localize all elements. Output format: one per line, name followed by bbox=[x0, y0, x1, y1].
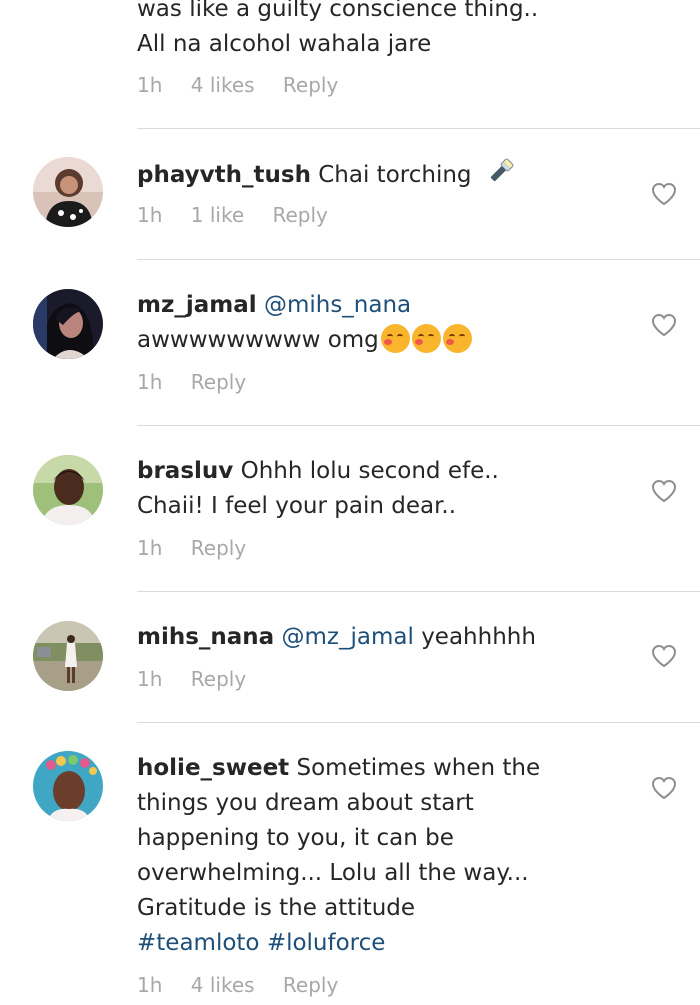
reply-button[interactable]: Reply bbox=[191, 370, 246, 394]
flashlight-emoji-icon bbox=[485, 156, 517, 197]
comment-username[interactable]: holie_sweet bbox=[137, 755, 289, 781]
comment-likes[interactable]: 4 likes bbox=[191, 973, 255, 997]
comment-item: mz_jamal @mihs_nana awwwwwwwww omg 1h Re… bbox=[0, 260, 700, 425]
comment-body: awwwwwwwww omg bbox=[137, 327, 379, 353]
comment-meta: 1h Reply bbox=[137, 370, 268, 394]
hashtag-link[interactable]: #loluforce bbox=[267, 930, 386, 956]
comment-meta: 1h Reply bbox=[137, 536, 268, 560]
reply-button[interactable]: Reply bbox=[283, 73, 338, 97]
comment-text: holie_sweet Sometimes when the things yo… bbox=[137, 751, 647, 961]
comment-time: 1h bbox=[137, 536, 163, 560]
reply-button[interactable]: Reply bbox=[283, 973, 338, 997]
heart-outline-icon[interactable] bbox=[651, 479, 677, 503]
comment-likes[interactable]: 4 likes bbox=[191, 73, 255, 97]
avatar[interactable] bbox=[33, 289, 103, 359]
comment-body: happening to you, it can be bbox=[137, 825, 454, 851]
avatar[interactable] bbox=[33, 621, 103, 691]
comment-meta: 1h Reply bbox=[137, 667, 268, 691]
heart-outline-icon[interactable] bbox=[651, 182, 677, 206]
avatar[interactable] bbox=[33, 157, 103, 227]
comment-text-line: was like a guilty conscience thing.. bbox=[137, 0, 539, 22]
comment-body: Sometimes when the bbox=[296, 755, 541, 781]
comment-body: yeahhhhh bbox=[421, 624, 536, 650]
avatar[interactable] bbox=[33, 455, 103, 525]
comment-time: 1h bbox=[137, 203, 163, 227]
comment-body: Gratitude is the attitude bbox=[137, 895, 416, 921]
comment-username[interactable]: brasluv bbox=[137, 458, 233, 484]
comment-body: overwhelming... Lolu all the way... bbox=[137, 860, 529, 886]
comment-time: 1h bbox=[137, 973, 163, 997]
avatar[interactable] bbox=[33, 751, 103, 821]
reply-button[interactable]: Reply bbox=[191, 536, 246, 560]
comment-meta: 1h 4 likes Reply bbox=[137, 73, 360, 97]
blushing-face-emoji-icon bbox=[380, 324, 410, 353]
comment-mention[interactable]: @mihs_nana bbox=[264, 292, 411, 318]
comment-text: phayvth_tush Chai torching bbox=[137, 156, 637, 197]
comment-body: Chai torching bbox=[318, 162, 472, 188]
comment-time: 1h bbox=[137, 73, 163, 97]
comment-text: brasluv Ohhh lolu second efe.. Chaii! I … bbox=[137, 454, 637, 524]
comment-meta: 1h 1 like Reply bbox=[137, 203, 350, 227]
comment-text: mz_jamal @mihs_nana awwwwwwwww omg bbox=[137, 288, 637, 358]
comment-body: things you dream about start bbox=[137, 790, 474, 816]
comment-username[interactable]: phayvth_tush bbox=[137, 162, 311, 188]
blushing-face-emoji-icon bbox=[442, 324, 472, 353]
comment-previous: was like a guilty conscience thing.. All… bbox=[0, 0, 700, 128]
comment-text-line: All na alcohol wahala jare bbox=[137, 31, 432, 57]
comment-body: Ohhh lolu second efe.. bbox=[240, 458, 499, 484]
comment-mention[interactable]: @mz_jamal bbox=[282, 624, 414, 650]
comment-likes[interactable]: 1 like bbox=[191, 203, 244, 227]
heart-outline-icon[interactable] bbox=[651, 313, 677, 337]
comment-body: Chaii! I feel your pain dear.. bbox=[137, 493, 457, 519]
heart-outline-icon[interactable] bbox=[651, 776, 677, 800]
hashtag-link[interactable]: #teamloto bbox=[137, 930, 260, 956]
comment-item: mihs_nana @mz_jamal yeahhhhh 1h Reply bbox=[0, 592, 700, 722]
heart-outline-icon[interactable] bbox=[651, 644, 677, 668]
comment-time: 1h bbox=[137, 370, 163, 394]
comment-time: 1h bbox=[137, 667, 163, 691]
reply-button[interactable]: Reply bbox=[191, 667, 246, 691]
comment-meta: 1h 4 likes Reply bbox=[137, 973, 360, 997]
comment-text: mihs_nana @mz_jamal yeahhhhh bbox=[137, 620, 637, 655]
comment-item: holie_sweet Sometimes when the things yo… bbox=[0, 723, 700, 1005]
comment-username[interactable]: mz_jamal bbox=[137, 292, 257, 318]
comment-username[interactable]: mihs_nana bbox=[137, 624, 274, 650]
comment-item: brasluv Ohhh lolu second efe.. Chaii! I … bbox=[0, 426, 700, 591]
blushing-face-emoji-icon bbox=[411, 324, 441, 353]
reply-button[interactable]: Reply bbox=[273, 203, 328, 227]
comment-item: phayvth_tush Chai torching 1h 1 like Rep… bbox=[0, 129, 700, 259]
